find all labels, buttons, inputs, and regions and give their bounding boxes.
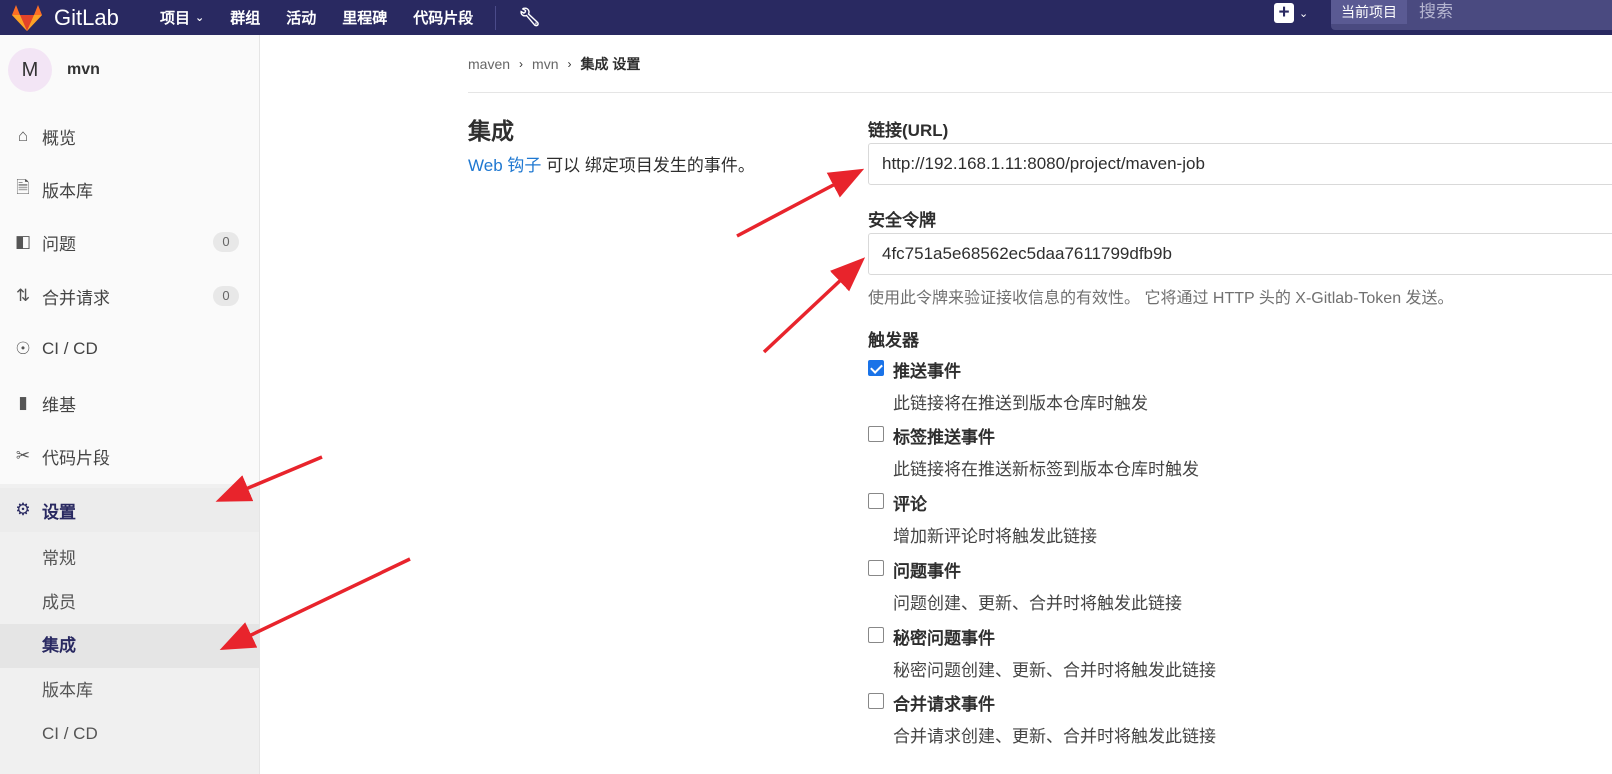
- token-help-text: 使用此令牌来验证接收信息的有效性。 它将通过 HTTP 头的 X-Gitlab-…: [868, 290, 1454, 307]
- sidebar-subitem-members[interactable]: 成员: [0, 581, 259, 625]
- search-box[interactable]: 当前项目 搜索: [1331, 0, 1612, 30]
- trigger-title[interactable]: 推送事件: [893, 357, 961, 382]
- rocket-icon: ☉: [15, 339, 31, 358]
- avatar: M: [8, 48, 52, 92]
- sidebar-item-issues[interactable]: ◧ 问题 0: [0, 220, 259, 264]
- logo-text: GitLab: [54, 4, 119, 30]
- breadcrumb-project[interactable]: mvn: [532, 56, 558, 72]
- sidebar-item-label: 版本库: [42, 181, 93, 201]
- trigger-title[interactable]: 合并请求事件: [893, 690, 995, 715]
- sidebar-item-repository[interactable]: 🗎︎ 版本库: [0, 167, 259, 211]
- sidebar-item-label: 合并请求: [42, 288, 110, 308]
- top-navbar: GitLab 项目 ⌄ 群组 活动 里程碑 代码片段 🔧︎ + ⌄ 当前项目 搜索: [0, 0, 1612, 35]
- nav-projects[interactable]: 项目 ⌄: [160, 7, 204, 28]
- nav-activity[interactable]: 活动: [286, 7, 316, 28]
- trigger-description: 增加新评论时将触发此链接: [893, 527, 1097, 546]
- nav-milestones[interactable]: 里程碑: [342, 7, 387, 28]
- tag-push-events-checkbox[interactable]: [868, 426, 884, 442]
- token-label: 安全令牌: [868, 211, 936, 230]
- section-description: Web 钩子 可以 绑定项目发生的事件。: [468, 151, 755, 176]
- sidebar-subitem-general[interactable]: 常规: [0, 537, 259, 581]
- sidebar-item-settings[interactable]: ⚙︎ 设置: [0, 488, 259, 532]
- nav-menu: 项目 ⌄ 群组 活动 里程碑 代码片段 🔧︎: [160, 0, 567, 35]
- search-scope-badge[interactable]: 当前项目: [1331, 0, 1407, 24]
- sidebar-item-label: 概览: [42, 128, 76, 148]
- plus-icon: +: [1274, 3, 1294, 23]
- trigger-description: 问题创建、更新、合并时将触发此链接: [893, 594, 1182, 613]
- project-header[interactable]: M mvn: [8, 48, 100, 92]
- chevron-right-icon: ›: [519, 57, 524, 71]
- merge-request-icon: ⇅: [15, 286, 31, 305]
- confidential-issue-events-checkbox[interactable]: [868, 627, 884, 643]
- sidebar-item-label: CI / CD: [42, 339, 98, 358]
- trigger-title[interactable]: 问题事件: [893, 557, 961, 582]
- trigger-description: 此链接将在推送到版本仓库时触发: [893, 394, 1148, 413]
- gear-icon: ⚙︎: [15, 500, 31, 519]
- count-badge: 0: [213, 232, 239, 252]
- trigger-description: 合并请求创建、更新、合并时将触发此链接: [893, 727, 1216, 746]
- sidebar-subitem-cicd[interactable]: CI / CD: [0, 712, 259, 756]
- new-dropdown-button[interactable]: + ⌄: [1274, 3, 1308, 23]
- issues-icon: ◧: [14, 232, 32, 251]
- merge-request-events-checkbox[interactable]: [868, 693, 884, 709]
- nav-groups[interactable]: 群组: [230, 7, 260, 28]
- wrench-icon[interactable]: 🔧︎: [518, 7, 541, 28]
- chevron-down-icon: ⌄: [195, 12, 205, 24]
- sidebar-item-label: 维基: [42, 395, 76, 415]
- sidebar-item-cicd[interactable]: ☉ CI / CD: [0, 327, 259, 371]
- sidebar-item-wiki[interactable]: ▮ 维基: [0, 381, 259, 425]
- page-title: 集成: [468, 118, 514, 144]
- sidebar-item-merge-requests[interactable]: ⇅ 合并请求 0: [0, 274, 259, 318]
- url-label: 链接(URL): [868, 121, 949, 140]
- trigger-title[interactable]: 秘密问题事件: [893, 624, 995, 649]
- breadcrumb-divider: [468, 92, 1612, 93]
- sidebar-item-overview[interactable]: ⌂ 概览: [0, 114, 259, 158]
- book-icon: ▮: [18, 393, 28, 412]
- scissors-icon: ✂︎: [15, 446, 31, 465]
- sidebar-item-label: 代码片段: [42, 448, 110, 468]
- chevron-down-icon: ⌄: [1299, 7, 1309, 20]
- count-badge: 0: [213, 286, 239, 306]
- trigger-title[interactable]: 标签推送事件: [893, 423, 995, 448]
- arrow-to-url-field: [736, 168, 865, 238]
- arrow-to-token-field: [762, 257, 866, 354]
- sidebar-item-label: 设置: [42, 502, 76, 522]
- breadcrumb-current[interactable]: 集成 设置: [580, 54, 640, 74]
- breadcrumb: maven › mvn › 集成 设置: [468, 54, 640, 74]
- trigger-description: 此链接将在推送新标签到版本仓库时触发: [893, 460, 1199, 479]
- sidebar-item-label: 问题: [42, 234, 76, 254]
- sidebar-subitem-repository[interactable]: 版本库: [0, 669, 259, 713]
- search-input[interactable]: 搜索: [1407, 0, 1453, 30]
- home-icon: ⌂: [17, 126, 29, 145]
- issue-events-checkbox[interactable]: [868, 560, 884, 576]
- sidebar-subitem-integrations[interactable]: 集成: [0, 624, 259, 668]
- sidebar: M mvn ⌂ 概览 🗎︎ 版本库 ◧ 问题 0 ⇅ 合并请求 0 ☉ CI /…: [0, 35, 260, 774]
- triggers-label: 触发器: [868, 331, 919, 350]
- secret-token-field[interactable]: 4fc751a5e68562ec5daa7611799dfb9b: [868, 233, 1612, 275]
- project-name: mvn: [67, 61, 100, 78]
- trigger-title[interactable]: 评论: [893, 490, 927, 515]
- comments-checkbox[interactable]: [868, 493, 884, 509]
- nav-projects-label: 项目: [160, 10, 191, 27]
- url-field[interactable]: http://192.168.1.11:8080/project/maven-j…: [868, 143, 1612, 185]
- gitlab-tanuki-icon: [12, 4, 42, 31]
- gitlab-logo[interactable]: GitLab: [12, 0, 119, 35]
- doc-icon: 🗎︎: [16, 177, 30, 197]
- sidebar-item-snippets[interactable]: ✂︎ 代码片段: [0, 434, 259, 478]
- push-events-checkbox[interactable]: [868, 360, 884, 376]
- trigger-description: 秘密问题创建、更新、合并时将触发此链接: [893, 661, 1216, 680]
- chevron-right-icon: ›: [567, 57, 572, 71]
- webhooks-link[interactable]: Web 钩子: [468, 156, 541, 175]
- breadcrumb-group[interactable]: maven: [468, 56, 510, 72]
- nav-snippets[interactable]: 代码片段: [413, 7, 473, 28]
- nav-divider: [495, 5, 497, 30]
- section-description-text: 可以 绑定项目发生的事件。: [541, 156, 755, 175]
